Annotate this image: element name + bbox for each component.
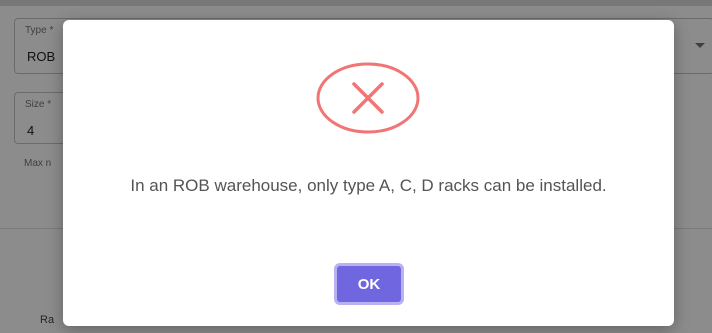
page: Type * ROB Size * 4 Max n Ra In an ROB w…	[0, 0, 712, 333]
error-dialog: In an ROB warehouse, only type A, C, D r…	[63, 20, 674, 326]
backdrop-top-band	[0, 0, 712, 6]
error-x-icon	[316, 62, 420, 134]
ok-button[interactable]: OK	[334, 263, 404, 305]
dialog-message: In an ROB warehouse, only type A, C, D r…	[130, 176, 607, 195]
